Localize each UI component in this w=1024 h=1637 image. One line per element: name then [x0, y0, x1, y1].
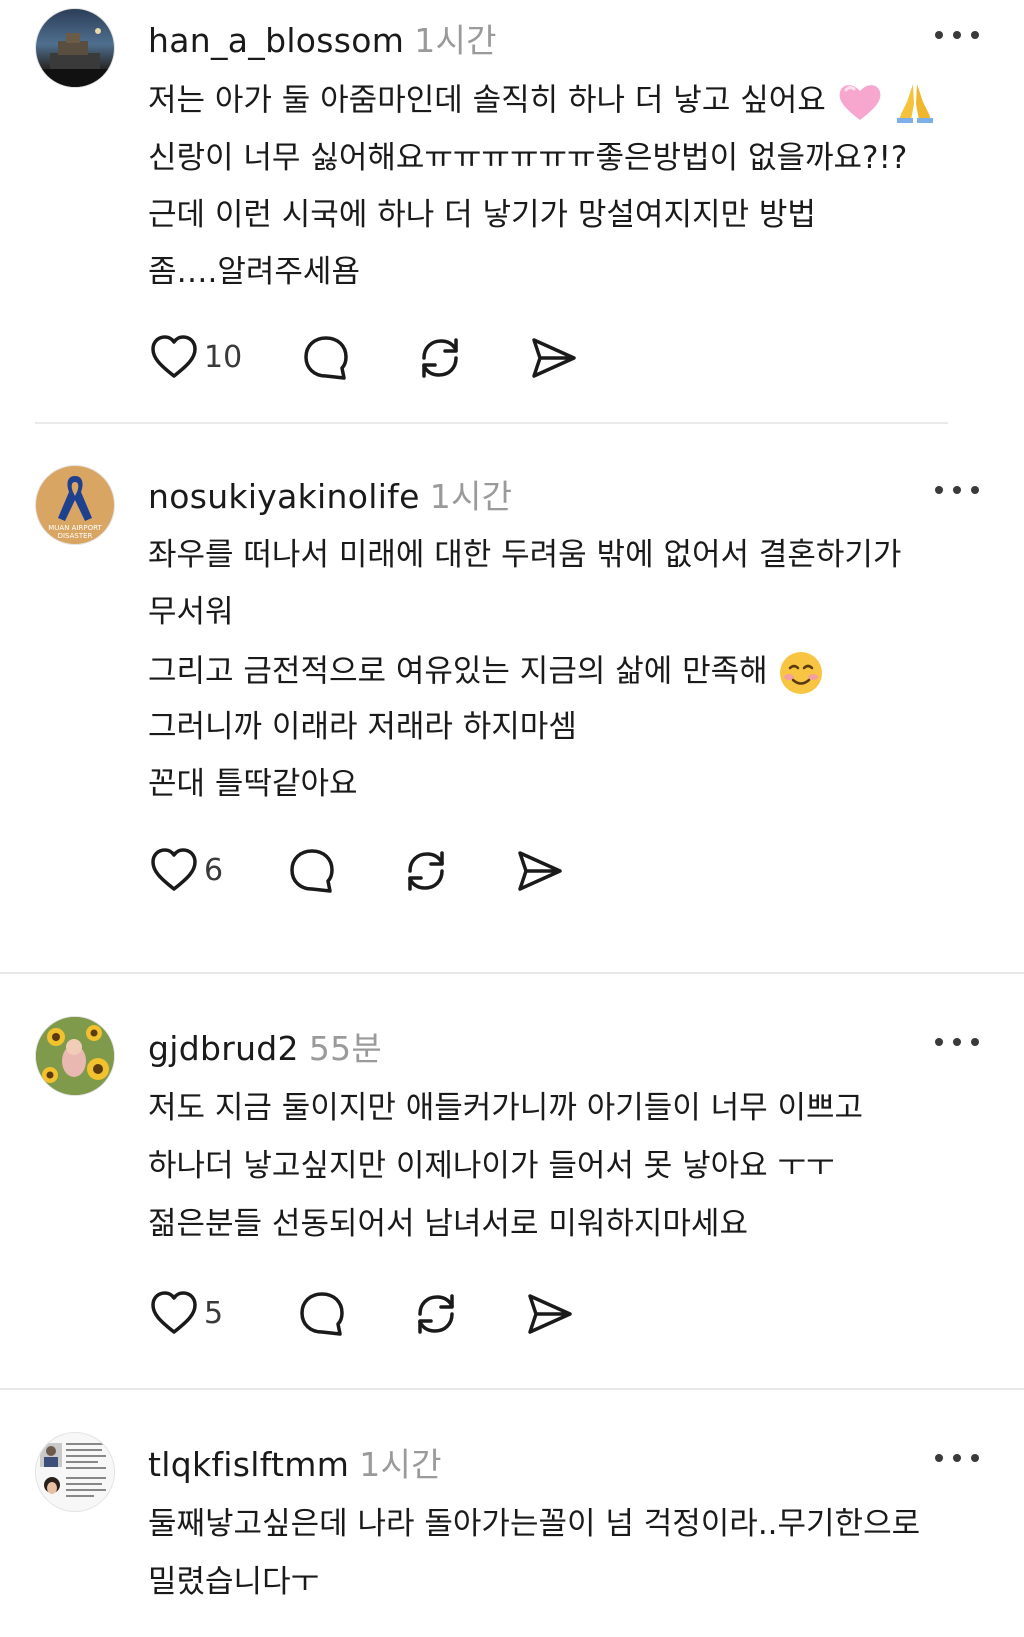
reply-button[interactable] — [296, 1288, 348, 1340]
folded-hands-emoji — [897, 84, 934, 123]
post-text-line: 저는 아가 둘 아줌마인데 솔직히 하나 더 낳고 싶어요 — [148, 80, 937, 124]
repost-button[interactable] — [410, 1288, 462, 1340]
avatar[interactable] — [35, 1432, 115, 1512]
divider — [35, 422, 948, 424]
like-count: 10 — [204, 340, 243, 375]
post-text-line: 그러니까 이래라 저래라 하지마셈 — [148, 709, 577, 745]
share-button[interactable] — [528, 332, 580, 384]
avatar[interactable] — [35, 1016, 115, 1096]
avatar-text: DISASTER — [58, 532, 93, 540]
like-count: 5 — [204, 1296, 224, 1331]
speech-bubble-icon — [304, 336, 348, 380]
speech-bubble-icon — [300, 1292, 344, 1336]
divider — [0, 972, 1024, 974]
post-text-line: 저도 지금 둘이지만 애들커가니까 아기들이 너무 이쁘고 — [148, 1090, 864, 1126]
send-icon — [532, 338, 576, 378]
post-time: 1시간 — [359, 1445, 442, 1484]
like-button[interactable] — [148, 332, 200, 384]
post-time: 55분 — [308, 1029, 383, 1068]
sunflower-photo-avatar — [36, 1017, 114, 1095]
speech-bubble-icon — [290, 849, 334, 893]
repost-button[interactable] — [414, 332, 466, 384]
more-dots-icon[interactable] — [935, 1032, 979, 1052]
post-text-line: 하나더 낳고싶지만 이제나이가 들어서 못 낳아요 ㅜㅜ — [148, 1148, 835, 1184]
post-text-line: 그리고 금전적으로 여유있는 지금의 삶에 만족해 — [148, 650, 824, 696]
share-button[interactable] — [514, 845, 566, 897]
heart-icon — [151, 848, 197, 891]
post-text-line: 신랑이 너무 싫어해요ㅠㅠㅠㅠㅠㅠ좋은방법이 없을까요?!? — [148, 140, 908, 176]
post-text-line: 좀….알려주세욤 — [148, 254, 360, 290]
post-text-line: 꼰대 틀딱같아요 — [148, 766, 358, 802]
pink-heart-emoji — [839, 85, 880, 120]
post-time: 1시간 — [414, 21, 497, 60]
post-text-line: 밀렸습니다ㅜ — [148, 1564, 320, 1600]
avatar-text: MUAN AIRPORT — [48, 524, 102, 532]
heart-icon — [151, 335, 197, 378]
smiling-face-emoji — [779, 652, 822, 694]
post-text-line: 둘째낳고싶은데 나라 돌아가는꼴이 넘 걱정이라..무기한으로 — [148, 1506, 921, 1542]
divider — [0, 1388, 1024, 1390]
username[interactable]: gjdbrud2 55분 — [148, 1022, 382, 1070]
username[interactable]: nosukiyakinolife 1시간 — [148, 470, 512, 518]
like-button[interactable] — [148, 1288, 200, 1340]
night-city-photo-avatar — [36, 28, 114, 87]
repost-button[interactable] — [400, 845, 452, 897]
more-dots-icon[interactable] — [935, 1448, 979, 1468]
more-dots-icon[interactable] — [935, 25, 979, 45]
post-text-line: 무서워 — [148, 594, 234, 630]
post-text-line: 근데 이런 시국에 하나 더 낳기가 망설여지지만 방법 — [148, 197, 816, 233]
post-text-line: 좌우를 떠나서 미래에 대한 두려움 밖에 없어서 결혼하기가 — [148, 537, 902, 573]
send-icon — [528, 1294, 572, 1334]
like-button[interactable] — [148, 845, 200, 897]
post-text-line: 젊은분들 선동되어서 남녀서로 미워하지마세요 — [148, 1206, 748, 1242]
share-button[interactable] — [524, 1288, 576, 1340]
username[interactable]: tlqkfislftmm 1시간 — [148, 1438, 442, 1486]
post-time: 1시간 — [429, 477, 513, 516]
avatar[interactable]: MUAN AIRPORT DISASTER — [35, 465, 115, 545]
blue-ribbon-avatar: MUAN AIRPORT DISASTER — [48, 476, 102, 540]
document-collage-avatar — [36, 1433, 114, 1511]
heart-icon — [151, 1291, 197, 1334]
repost-icon — [422, 338, 458, 378]
more-dots-icon[interactable] — [935, 480, 979, 500]
repost-icon — [418, 1294, 454, 1334]
repost-icon — [408, 851, 444, 891]
avatar[interactable] — [35, 8, 115, 88]
send-icon — [518, 851, 562, 891]
reply-button[interactable] — [300, 332, 352, 384]
reply-button[interactable] — [286, 845, 338, 897]
like-count: 6 — [204, 853, 224, 888]
username[interactable]: han_a_blossom 1시간 — [148, 14, 497, 62]
